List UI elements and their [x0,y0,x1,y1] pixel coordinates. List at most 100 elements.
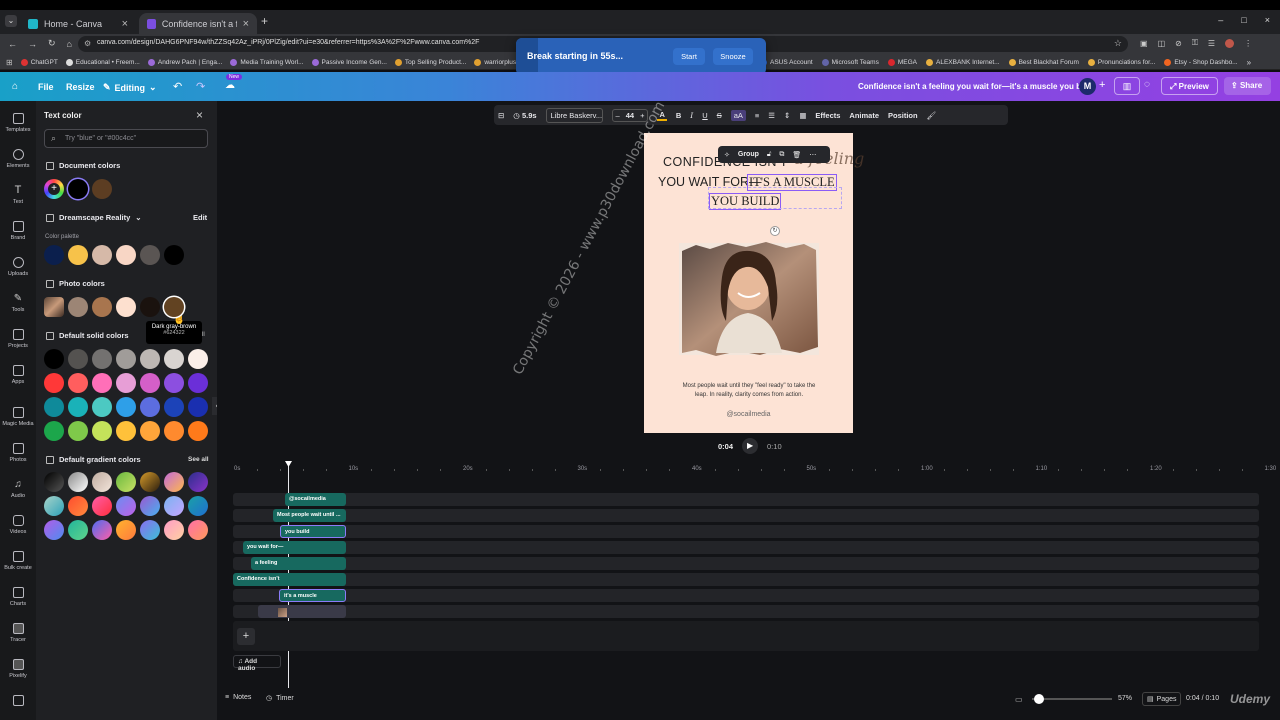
strikethrough-icon[interactable]: S [717,111,722,120]
gradient-color-swatch[interactable] [92,496,112,516]
photo-thumbnail[interactable] [44,297,64,317]
share-button[interactable]: ⇪ Share [1224,77,1271,95]
timer-button[interactable]: ◷ Timer [266,694,294,703]
photo-color-swatch[interactable] [164,297,184,317]
gradient-color-swatch[interactable] [92,520,112,540]
bookmark-item[interactable]: Passive Income Gen... [311,59,387,66]
resize-button[interactable]: Resize [66,82,95,92]
rotate-handle-icon[interactable]: ↻ [770,226,780,236]
gradient-color-swatch[interactable] [140,520,160,540]
apps-grid-icon[interactable]: ⊞ [6,58,13,67]
solid-color-swatch[interactable] [140,421,160,441]
back-icon[interactable]: ← [8,39,17,49]
add-collaborator-icon[interactable]: + [1099,79,1105,91]
timeline-clip[interactable]: you wait for— [243,541,346,554]
solid-color-swatch[interactable] [44,421,64,441]
gradient-color-swatch[interactable] [68,520,88,540]
body-text[interactable]: Most people wait until they "feel ready"… [679,382,819,400]
solid-color-swatch[interactable] [116,373,136,393]
palette-color-swatch[interactable] [116,245,136,265]
gradient-color-swatch[interactable] [188,496,208,516]
gradient-color-swatch[interactable] [164,472,184,492]
extension-icon[interactable]: ▣ [1140,39,1148,48]
zoom-value[interactable]: 57% [1118,695,1132,702]
rail-brand[interactable]: Brand [0,221,36,241]
timeline-clip[interactable]: it's a muscle [279,589,346,602]
gradient-color-swatch[interactable] [44,496,64,516]
timeline-clip[interactable]: @socailmedia [285,493,346,506]
undo-icon[interactable]: ↶ [173,80,182,93]
layout-icon[interactable]: ⊟ [498,111,504,120]
notes-button[interactable]: ≡ Notes [225,694,251,701]
redo-icon[interactable]: ↷ [196,80,205,93]
bookmark-item[interactable]: MEGA [887,59,917,66]
bookmark-star-icon[interactable]: ☆ [1114,38,1122,49]
delete-icon[interactable]: 🗑︎ [792,151,801,159]
letter-case-icon[interactable]: aA [730,109,746,121]
rail-elements[interactable]: Elements [0,149,36,169]
gradient-color-swatch[interactable] [140,472,160,492]
underline-icon[interactable]: U [702,111,707,120]
lock-icon[interactable]: 🔓︎ [767,151,772,159]
timeline-clip[interactable]: a feeling [251,557,346,570]
solid-color-swatch[interactable] [92,373,112,393]
close-panel-icon[interactable]: × [196,108,203,122]
bookmark-item[interactable]: Top Selling Product... [394,59,466,66]
bookmark-item[interactable]: Andrew Pach | Enga... [147,59,222,66]
gradient-color-swatch[interactable] [116,496,136,516]
solid-color-swatch[interactable] [44,349,64,369]
toast-start-button[interactable]: Start [673,48,705,65]
photo-color-swatch[interactable] [68,297,88,317]
timeline-image-clip[interactable] [258,605,346,618]
rail-audio[interactable]: ♫ Audio [0,479,36,499]
timeline-clip[interactable]: Confidence isn't [233,573,346,586]
zoom-slider-track[interactable] [1032,698,1112,700]
bookmark-item[interactable]: Media Training Worl... [230,59,304,66]
solid-color-swatch[interactable] [188,349,208,369]
rail-pixelify[interactable]: Pixelify [0,659,36,679]
editing-menu[interactable]: ✎ Editing ⌄ [103,82,157,93]
site-info-icon[interactable]: ⚙ [84,39,91,48]
bookmark-item[interactable]: Etsy - Shop Dashbo... [1164,59,1238,66]
add-audio-button[interactable]: ♫ Add audio [233,655,281,672]
bookmark-item[interactable]: Pronunciations for... [1087,59,1155,66]
photo-frame[interactable] [676,237,822,357]
more-options-icon[interactable]: ⋯ [809,151,816,159]
align-center-icon[interactable]: ≡ [755,111,759,120]
rail-uploads[interactable]: Uploads [0,257,36,277]
brand-kit-heading[interactable]: Dreamscape Reality ⌄ [46,213,142,222]
gradient-color-swatch[interactable] [116,472,136,492]
extension-icon[interactable]: ⊘ [1175,39,1182,48]
file-menu[interactable]: File [38,82,54,92]
timeline-clip[interactable]: you build [280,525,346,538]
close-icon[interactable]: × [243,18,249,30]
gradient-color-swatch[interactable] [164,520,184,540]
user-avatar[interactable]: M [1079,78,1096,95]
close-icon[interactable]: × [122,18,128,30]
solid-color-swatch[interactable] [164,421,184,441]
palette-color-swatch[interactable] [92,245,112,265]
photo-color-swatch[interactable] [116,297,136,317]
magic-edit-icon[interactable]: ✧ [724,151,730,159]
rail-bulk-create[interactable]: Bulk create [0,551,36,571]
play-button[interactable]: ▶ [742,438,759,454]
forward-icon[interactable]: → [28,39,37,49]
color-search-input[interactable]: ⌕ Try "blue" or "#00c4cc" [44,129,208,148]
extension-icon[interactable]: ⚿ [1192,38,1198,48]
solid-color-swatch[interactable] [164,349,184,369]
edit-brand-button[interactable]: Edit [193,213,207,222]
gradient-color-swatch[interactable] [164,496,184,516]
palette-color-swatch[interactable] [164,245,184,265]
bookmark-item[interactable]: ASUS Account [760,59,813,66]
extension-icon[interactable]: ◫ [1158,39,1166,48]
solid-color-swatch[interactable] [140,349,160,369]
new-tab-icon[interactable]: + [261,14,268,28]
italic-icon[interactable]: I [690,111,693,120]
rail-templates[interactable]: Templates [0,113,36,133]
solid-color-swatch[interactable] [116,397,136,417]
gradient-color-swatch[interactable] [92,472,112,492]
bookmark-item[interactable]: ALEXBANK Internet... [926,59,1000,66]
rail-tracer[interactable]: Tracer [0,623,36,643]
animate-button[interactable]: Animate [849,111,879,120]
bold-icon[interactable]: B [676,111,681,120]
